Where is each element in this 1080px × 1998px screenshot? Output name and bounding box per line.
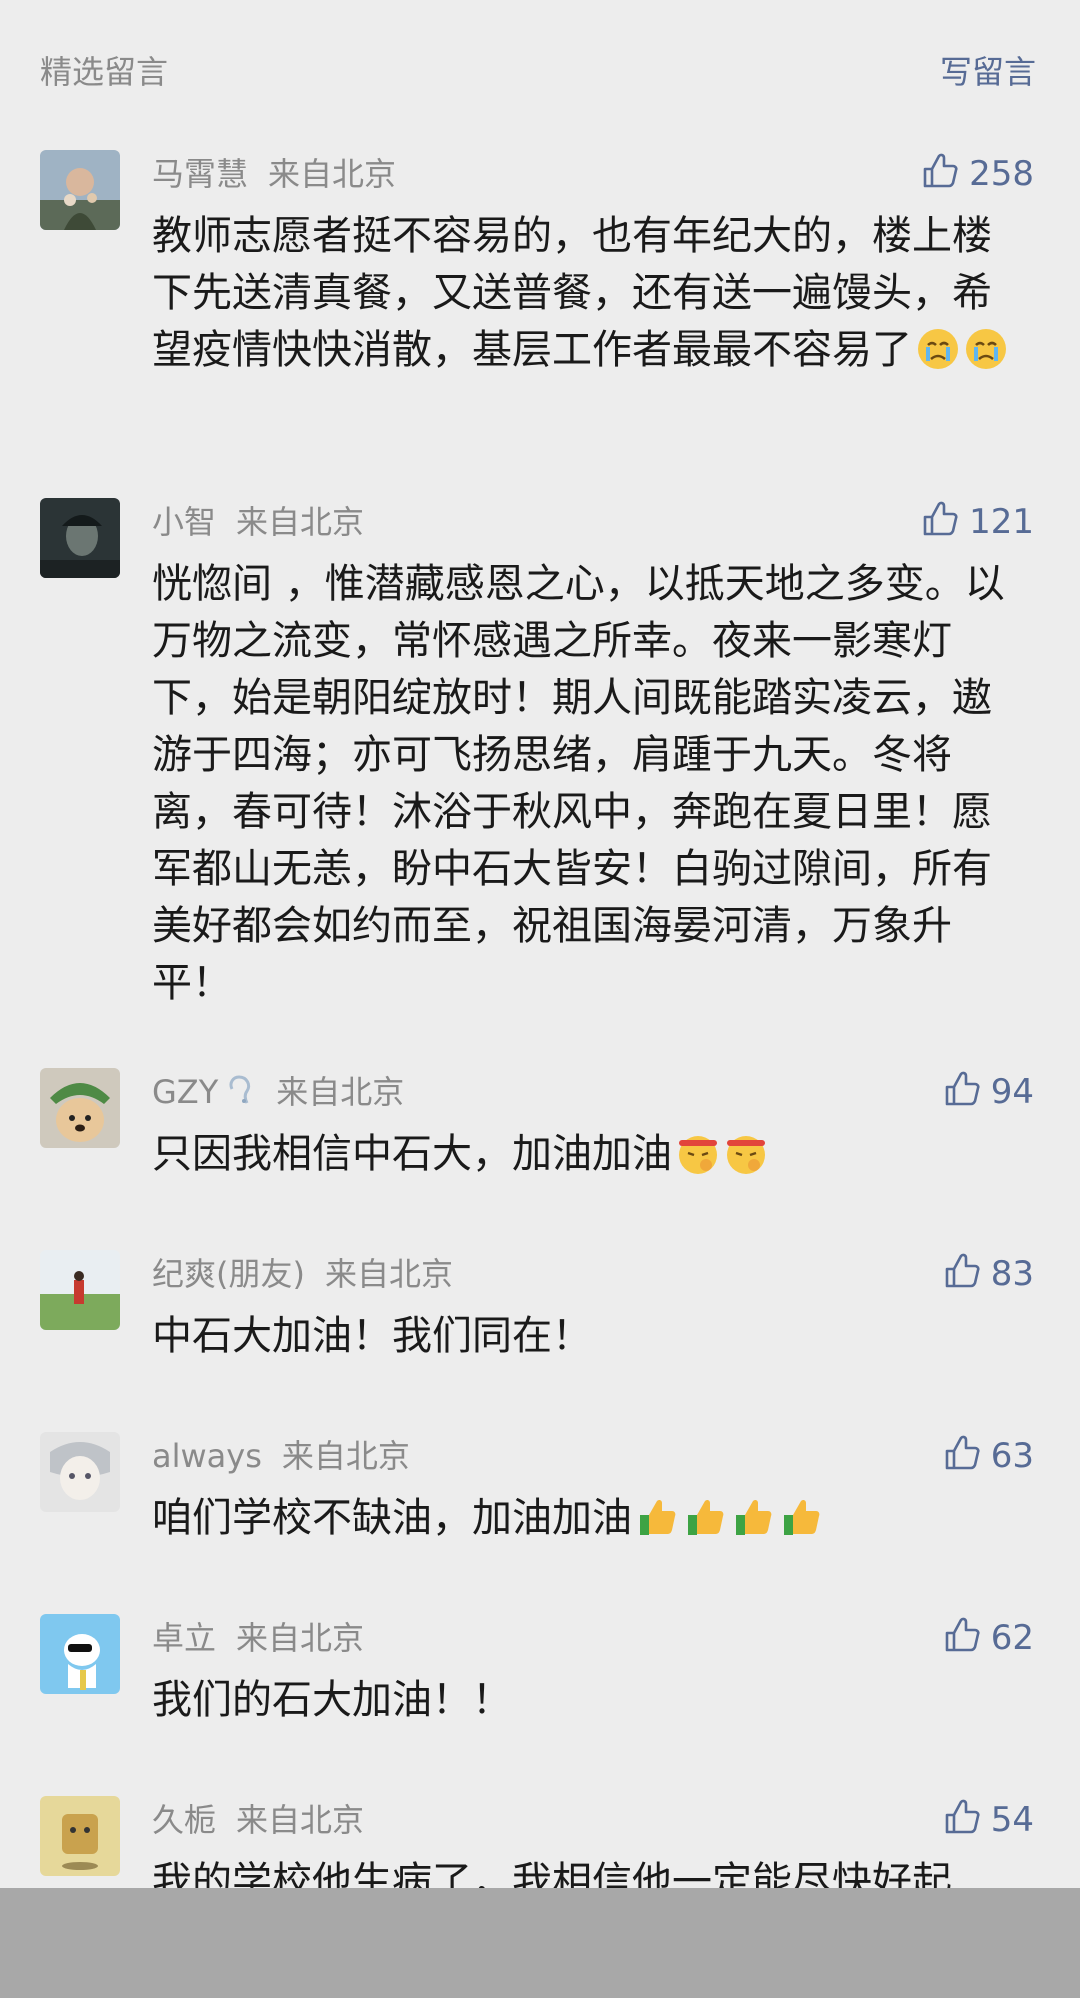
- thumbs-up-emoji-icon: [688, 1499, 724, 1535]
- avatar[interactable]: [40, 1796, 120, 1876]
- comment-meta: 卓立 来自北京: [152, 1614, 364, 1662]
- thumbs-up-icon: [945, 1799, 980, 1834]
- comment-meta: 马霄慧 来自北京: [152, 150, 396, 198]
- comment-meta: 久栀 来自北京: [152, 1796, 364, 1844]
- comment-text: 教师志愿者挺不容易的，也有年纪大的，楼上楼下先送清真餐，又送普餐，还有送一遍馒头…: [152, 208, 1020, 379]
- thumbs-up-icon: [945, 1071, 980, 1106]
- section-title: 精选留言: [40, 53, 169, 91]
- comment-body: 只因我相信中石大，加油加油: [152, 1131, 672, 1177]
- thumbs-up-icon: [945, 1253, 980, 1288]
- crying-emoji-icon: [966, 329, 1006, 369]
- avatar[interactable]: [40, 1250, 120, 1330]
- comment-body: 教师志愿者挺不容易的，也有年纪大的，楼上楼下先送清真餐，又送普餐，还有送一遍馒头…: [152, 213, 992, 373]
- commenter-name[interactable]: 小智: [152, 503, 216, 541]
- avatar[interactable]: [40, 1068, 120, 1148]
- like-count: 62: [990, 1618, 1034, 1658]
- thumbs-up-icon: [923, 153, 958, 188]
- fighting-emoji-icon: [679, 1136, 717, 1174]
- comments-header: 精选留言 写留言: [0, 0, 1080, 140]
- comment-text: 恍惚间 ，惟潜藏感恩之心，以抵天地之多变。以万物之流变，常怀感遇之所幸。夜来一影…: [152, 561, 1005, 1006]
- comment-text: 我们的石大加油！！: [152, 1677, 512, 1723]
- comment-meta: 纪爽(朋友) 来自北京: [152, 1250, 453, 1298]
- comment-location: 来自北京: [236, 1619, 365, 1657]
- comment-location: 来自北京: [236, 503, 365, 541]
- like-count: 54: [990, 1800, 1034, 1840]
- like-count: 258: [969, 154, 1034, 194]
- commenter-name[interactable]: GZY: [152, 1073, 218, 1111]
- comment-text: 咱们学校不缺油，加油加油: [152, 1490, 1020, 1547]
- like-button[interactable]: 121: [919, 498, 1034, 546]
- like-count: 94: [990, 1072, 1034, 1112]
- like-button[interactable]: 63: [941, 1432, 1034, 1480]
- bottom-overlay: [0, 1888, 1080, 1998]
- avatar[interactable]: [40, 1614, 120, 1694]
- commenter-name[interactable]: 马霄慧: [152, 155, 248, 193]
- commenter-name[interactable]: 卓立: [152, 1619, 216, 1657]
- like-button[interactable]: 258: [919, 150, 1034, 198]
- comment-location: 来自北京: [276, 1073, 405, 1111]
- comment-meta: GZY 来自北京: [152, 1068, 404, 1116]
- thumbs-up-emoji-icon: [784, 1499, 820, 1535]
- crying-emoji-icon: [918, 329, 958, 369]
- comment-meta: always 来自北京: [152, 1432, 410, 1480]
- like-count: 63: [990, 1436, 1034, 1476]
- thumbs-up-icon: [945, 1435, 980, 1470]
- comment-text: 只因我相信中石大，加油加油: [152, 1126, 1020, 1183]
- badge-icon: [229, 1075, 251, 1104]
- like-button[interactable]: 62: [941, 1614, 1034, 1662]
- commenter-name[interactable]: always: [152, 1437, 262, 1475]
- thumbs-up-icon: [945, 1617, 980, 1652]
- like-button[interactable]: 83: [941, 1250, 1034, 1298]
- avatar[interactable]: [40, 498, 120, 578]
- thumbs-up-icon: [923, 501, 958, 536]
- comment-location: 来自北京: [268, 155, 397, 193]
- comment-meta: 小智 来自北京: [152, 498, 364, 546]
- comment-body: 咱们学校不缺油，加油加油: [152, 1495, 632, 1541]
- like-button[interactable]: 94: [941, 1068, 1034, 1116]
- comment-text: 中石大加油！我们同在！: [152, 1313, 592, 1359]
- like-button[interactable]: 54: [941, 1796, 1034, 1844]
- write-comment-button[interactable]: 写留言: [940, 48, 1036, 96]
- commenter-name[interactable]: 纪爽(朋友): [152, 1255, 305, 1293]
- comment-location: 来自北京: [236, 1801, 365, 1839]
- avatar[interactable]: [40, 150, 120, 230]
- like-count: 83: [990, 1254, 1034, 1294]
- comment-location: 来自北京: [324, 1255, 453, 1293]
- fighting-emoji-icon: [727, 1136, 765, 1174]
- thumbs-up-emoji-icon: [736, 1499, 772, 1535]
- commenter-name[interactable]: 久栀: [152, 1801, 216, 1839]
- thumbs-up-emoji-icon: [640, 1499, 676, 1535]
- avatar[interactable]: [40, 1432, 120, 1512]
- like-count: 121: [969, 502, 1034, 542]
- comment-location: 来自北京: [281, 1437, 410, 1475]
